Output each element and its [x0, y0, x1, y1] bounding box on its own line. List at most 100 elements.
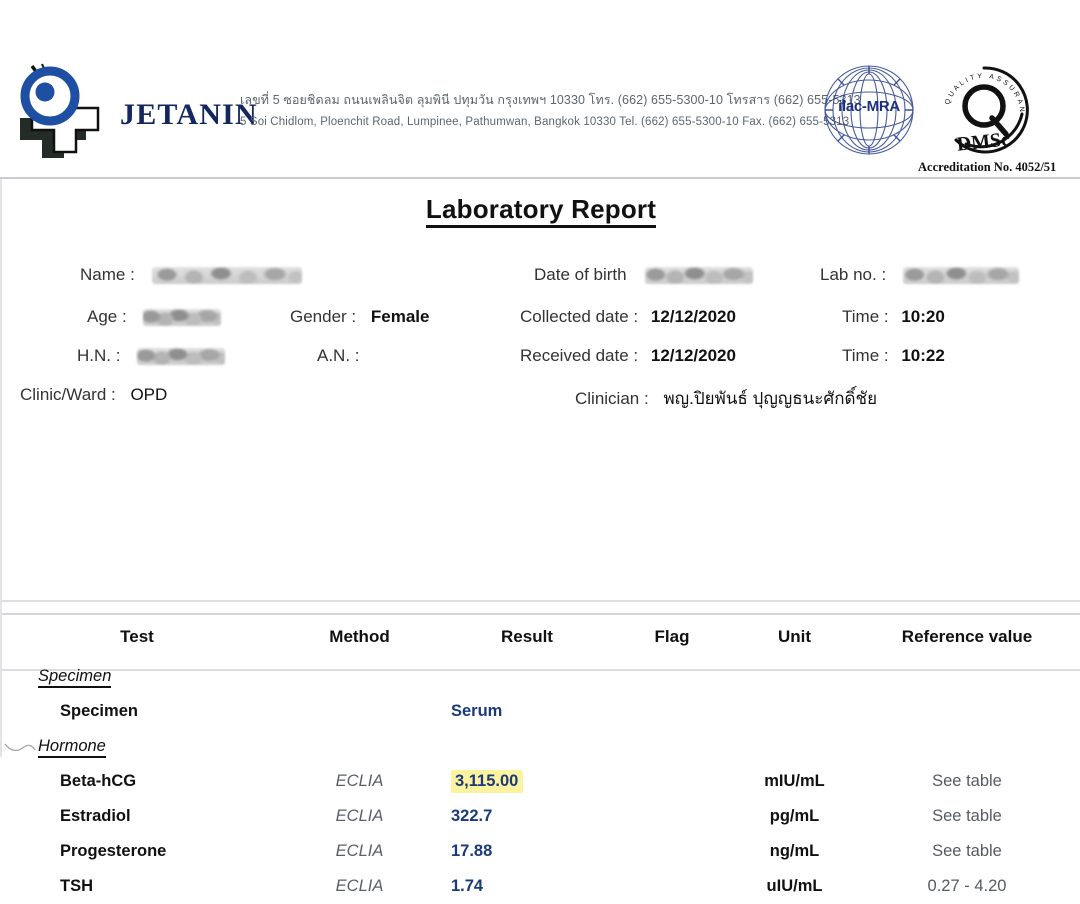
column-header-result: Result [501, 627, 553, 646]
report-sheet: Laboratory Report Name : Date of birth L… [0, 179, 1080, 895]
table-row: Beta-hCG ECLIA 3,115.00 mIU/mL See table [2, 764, 1080, 799]
received-time-label: Time : [842, 346, 889, 365]
table-row: Estradiol ECLIA 322.7 pg/mL See table [2, 799, 1080, 834]
clinician-value: พญ.ปิยพันธ์ ปุญญธนะศักดิ์ชัย [663, 389, 878, 408]
dob-value-redacted [645, 267, 754, 285]
column-header-flag: Flag [654, 627, 690, 646]
section-title-specimen-text: Specimen [38, 667, 112, 688]
test-result: Serum [451, 702, 503, 720]
field-hn: H.N. : [77, 346, 226, 366]
received-date-label: Received date : [520, 346, 639, 365]
ilac-mra-label: ilac-MRA [838, 98, 900, 115]
field-collected-date: Collected date : 12/12/2020 [520, 307, 736, 327]
an-label: A.N. : [317, 346, 360, 365]
table-row: Progesterone ECLIA 17.88 ng/mL See table [2, 834, 1080, 869]
test-result: 322.7 [451, 807, 493, 825]
field-an: A.N. : [317, 346, 360, 366]
collected-time-value: 10:20 [901, 307, 945, 326]
dmsc-quality-assurance-logo-icon: DMSc QUALITY ASSURANCE [936, 62, 1029, 156]
age-value-redacted [143, 309, 222, 327]
address-english: 5 Soi Chidlom, Ploenchit Road, Lumpinee,… [240, 116, 850, 128]
patient-info-panel: Name : Date of birth Lab no. : Age : Gen… [2, 243, 1080, 408]
table-row: Specimen Serum [2, 694, 1080, 729]
test-unit: pg/mL [769, 807, 820, 825]
handwritten-mark-icon [4, 743, 36, 751]
test-reference: 0.27 - 4.20 [927, 877, 1007, 895]
clinic-ward-label: Clinic/Ward : [20, 385, 116, 404]
address-thai: เลขที่ 5 ซอยชิดลม ถนนเพลินจิต ลุมพินี ปท… [240, 93, 861, 107]
test-result: 17.88 [451, 842, 493, 860]
hn-label: H.N. : [77, 346, 121, 365]
test-flag [607, 694, 737, 729]
hn-value-redacted [137, 348, 226, 366]
test-reference: See table [932, 807, 1002, 825]
column-header-method: Method [329, 627, 390, 646]
test-name: Progesterone [60, 842, 167, 860]
accreditation-number: Accreditation No. 4052/51 [918, 160, 1057, 174]
lab-no-label: Lab no. : [820, 265, 887, 284]
column-header-reference: Reference value [901, 627, 1033, 646]
svg-text:DMSc: DMSc [956, 128, 1011, 155]
clinic-ward-value: OPD [130, 385, 168, 404]
collected-time-label: Time : [842, 307, 889, 326]
dob-label: Date of birth [534, 265, 627, 284]
test-name: Specimen [60, 702, 138, 720]
test-flag [607, 869, 737, 904]
test-name: TSH [60, 877, 93, 895]
test-method: ECLIA [335, 807, 384, 825]
page-title: Laboratory Report [2, 194, 1080, 228]
field-date-of-birth: Date of birth [534, 265, 754, 285]
section-header-row: Hormone [2, 729, 1080, 764]
test-method: ECLIA [335, 772, 384, 790]
gender-value: Female [370, 307, 430, 326]
test-flag [607, 799, 737, 834]
test-unit: mIU/mL [764, 772, 825, 790]
accreditation-block: ilac-MRA DMSc QUALITY ASSURANCE Accredit… [818, 58, 1076, 178]
results-table: Test Method Result Flag Unit Reference v… [2, 622, 1080, 904]
test-reference [852, 694, 1080, 729]
field-collected-time: Time : 10:20 [842, 307, 945, 327]
field-received-date: Received date : 12/12/2020 [520, 346, 736, 366]
letterhead: JETANIN เลขที่ 5 ซอยชิดลม ถนนเพลินจิต ลุ… [0, 0, 1080, 179]
field-lab-no: Lab no. : [820, 265, 1019, 285]
received-time-value: 10:22 [901, 346, 945, 365]
received-date-value: 12/12/2020 [650, 346, 736, 365]
field-received-time: Time : 10:22 [842, 346, 945, 366]
address-block: เลขที่ 5 ซอยชิดลม ถนนเพลินจิต ลุมพินี ปท… [240, 92, 861, 130]
test-name: Beta-hCG [60, 772, 137, 790]
test-result: 1.74 [451, 877, 484, 895]
test-unit [737, 694, 852, 729]
test-method: ECLIA [335, 842, 384, 860]
clinician-label: Clinician : [575, 389, 649, 408]
field-age: Age : [87, 307, 222, 327]
test-result-highlighted: 3,115.00 [451, 770, 524, 793]
test-name: Estradiol [60, 807, 131, 825]
test-method: ECLIA [335, 877, 384, 895]
section-header-row: Specimen [2, 659, 1080, 694]
column-header-unit: Unit [777, 627, 812, 646]
age-label: Age : [87, 307, 127, 326]
test-unit: ng/mL [769, 842, 820, 860]
info-divider-top [2, 600, 1080, 602]
collected-date-value: 12/12/2020 [650, 307, 736, 326]
test-method [272, 694, 447, 729]
table-header-row: Test Method Result Flag Unit Reference v… [2, 622, 1080, 659]
table-row: TSH ECLIA 1.74 uIU/mL 0.27 - 4.20 [2, 869, 1080, 904]
name-label: Name : [80, 265, 135, 284]
test-flag [607, 834, 737, 869]
name-value-redacted [151, 267, 302, 285]
section-title-hormone-text: Hormone [38, 737, 106, 758]
brand-wordmark: JETANIN [120, 98, 258, 131]
section-title-hormone: Hormone [2, 729, 1080, 764]
test-reference: See table [932, 772, 1002, 790]
jetanin-eye-cross-logo-icon [20, 63, 100, 158]
page-title-text: Laboratory Report [425, 194, 657, 228]
results-table-body: Specimen Specimen Serum Hormone Beta-hCG… [2, 659, 1080, 904]
results-table-head: Test Method Result Flag Unit Reference v… [2, 622, 1080, 659]
brand-logo-block: JETANIN [8, 62, 257, 158]
field-gender: Gender : Female [290, 307, 429, 327]
collected-date-label: Collected date : [520, 307, 639, 326]
test-reference: See table [932, 842, 1002, 860]
test-flag [607, 764, 737, 799]
test-unit: uIU/mL [766, 877, 823, 895]
